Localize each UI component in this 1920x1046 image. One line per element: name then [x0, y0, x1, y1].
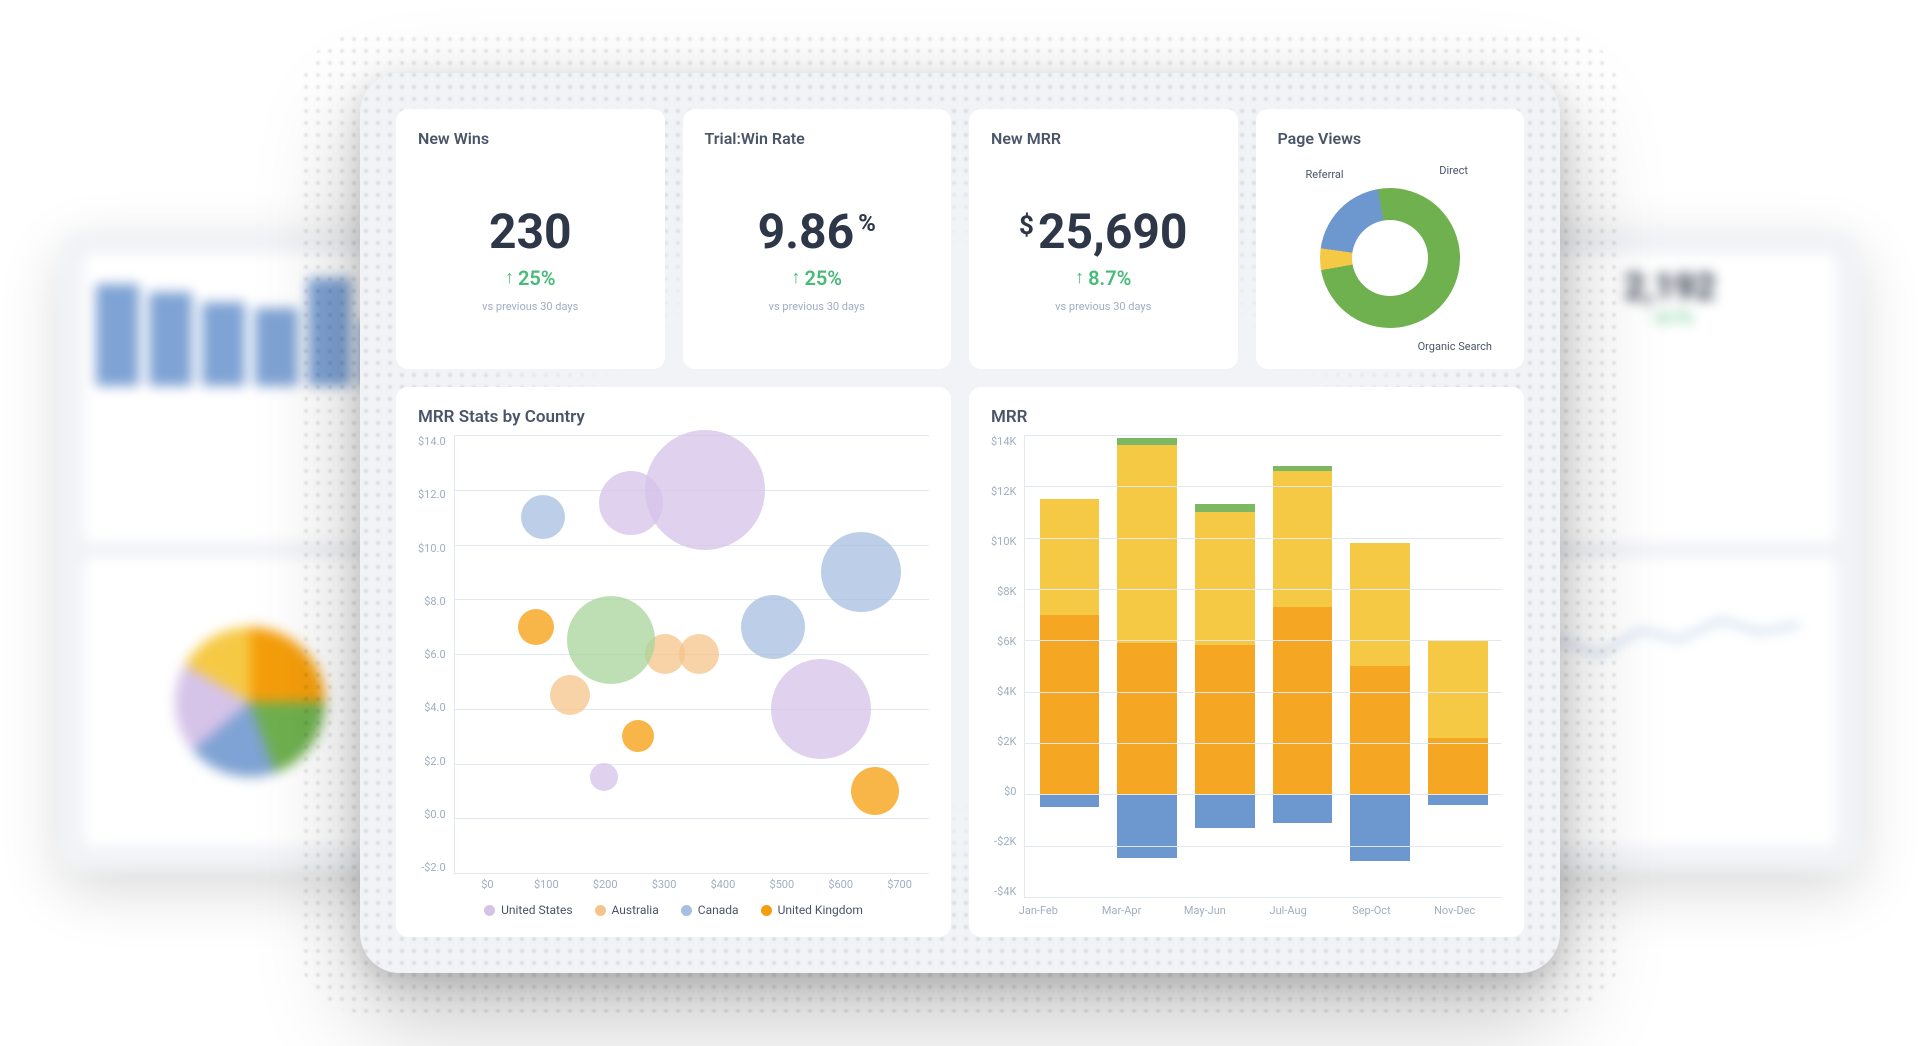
kpi-page-views[interactable]: Page Views Referral Direct Organic Searc… — [1256, 109, 1525, 369]
bar-segment — [1117, 445, 1177, 643]
kpi-title: New Wins — [418, 129, 643, 148]
bar-segment — [1195, 645, 1255, 794]
bar-segment — [1428, 738, 1488, 794]
kpi-value: $25,690 — [1019, 203, 1187, 260]
kpi-subtext: vs previous 30 days — [769, 300, 865, 313]
bubble-point — [567, 596, 655, 684]
donut-chart: Referral Direct Organic Search — [1278, 166, 1503, 349]
bubble-point — [821, 532, 901, 612]
bar-segment — [1273, 607, 1333, 794]
bar-plot — [1024, 435, 1502, 898]
kpi-delta: ↑ 8.7% — [1075, 266, 1131, 290]
y-axis: $14K$12K$10K$8K$6K$4K$2K$0-$2K-$4K — [991, 435, 1024, 898]
bubble-point — [645, 430, 765, 550]
kpi-row: New Wins 230 ↑ 25% vs previous 30 days T… — [396, 109, 1524, 369]
bar-segment — [1117, 438, 1177, 446]
chart-title: MRR Stats by Country — [418, 407, 929, 427]
legend: United States Australia Canada United Kingd… — [418, 903, 929, 917]
donut-label-organic: Organic Search — [1418, 340, 1492, 353]
bar-segment — [1040, 615, 1100, 795]
kpi-value: 9.86% — [758, 203, 876, 260]
chart-mrr[interactable]: MRR $14K$12K$10K$8K$6K$4K$2K$0-$2K-$4K J… — [969, 387, 1524, 937]
bubble-point — [741, 595, 805, 659]
bar-group — [1350, 435, 1410, 897]
kpi-subtext: vs previous 30 days — [1055, 300, 1151, 313]
legend-item[interactable]: United Kingdom — [761, 903, 863, 917]
y-axis: $14.0$12.0$10.0$8.0$6.0$4.0$2.0$0.0-$2.0 — [418, 435, 454, 874]
bubble-point — [590, 763, 618, 791]
bar-segment — [1195, 512, 1255, 645]
bar-segment — [1350, 666, 1410, 794]
chart-mrr-by-country[interactable]: MRR Stats by Country $14.0$12.0$10.0$8.0… — [396, 387, 951, 937]
donut-label-referral: Referral — [1306, 168, 1344, 181]
bar-group — [1117, 435, 1177, 897]
kpi-title: Page Views — [1278, 129, 1503, 148]
x-axis: $0$100$200$300$400$500$600$700 — [418, 878, 929, 891]
charts-row: MRR Stats by Country $14.0$12.0$10.0$8.0… — [396, 387, 1524, 937]
bubble-point — [521, 495, 565, 539]
bar-segment — [1273, 471, 1333, 607]
legend-item[interactable]: Australia — [595, 903, 659, 917]
bubble-point — [679, 634, 719, 674]
bar-segment-negative — [1040, 794, 1100, 807]
kpi-title: New MRR — [991, 129, 1216, 148]
bar-segment-negative — [1273, 794, 1333, 822]
x-axis: Jan-FebMar-AprMay-JunJul-AugSep-OctNov-D… — [991, 898, 1502, 917]
bar-segment — [1117, 643, 1177, 794]
kpi-title: Trial:Win Rate — [705, 129, 930, 148]
bar-group — [1195, 435, 1255, 897]
bar-segment-negative — [1195, 794, 1255, 827]
kpi-value: 230 — [489, 203, 572, 260]
bubble-point — [550, 675, 590, 715]
bar-segment — [1195, 504, 1255, 512]
bar-segment — [1350, 543, 1410, 666]
legend-item[interactable]: Canada — [681, 903, 739, 917]
bubble-point — [518, 609, 554, 645]
bubble-point — [851, 767, 899, 815]
bar-segment-negative — [1350, 794, 1410, 861]
bubble-point — [622, 720, 654, 752]
legend-item[interactable]: United States — [484, 903, 572, 917]
arrow-up-icon: ↑ — [791, 267, 800, 288]
bar-group — [1273, 435, 1333, 897]
arrow-up-icon: ↑ — [1075, 267, 1084, 288]
kpi-subtext: vs previous 30 days — [482, 300, 578, 313]
kpi-delta: ↑ 25% — [505, 266, 556, 290]
donut-label-direct: Direct — [1439, 164, 1468, 177]
bar-group — [1040, 435, 1100, 897]
main-dashboard: New Wins 230 ↑ 25% vs previous 30 days T… — [360, 73, 1560, 973]
kpi-delta: ↑ 25% — [791, 266, 842, 290]
bar-group — [1428, 435, 1488, 897]
kpi-new-wins[interactable]: New Wins 230 ↑ 25% vs previous 30 days — [396, 109, 665, 369]
kpi-trial-win-rate[interactable]: Trial:Win Rate 9.86% ↑ 25% vs previous 3… — [683, 109, 952, 369]
bar-segment — [1040, 499, 1100, 615]
arrow-up-icon: ↑ — [505, 267, 514, 288]
bar-segment-negative — [1117, 794, 1177, 858]
kpi-new-mrr[interactable]: New MRR $25,690 ↑ 8.7% vs previous 30 da… — [969, 109, 1238, 369]
chart-title: MRR — [991, 407, 1502, 427]
bubble-point — [599, 471, 663, 535]
bar-segment — [1428, 640, 1488, 738]
bubble-plot — [454, 435, 929, 874]
bubble-point — [771, 659, 871, 759]
bar-segment-negative — [1428, 794, 1488, 804]
